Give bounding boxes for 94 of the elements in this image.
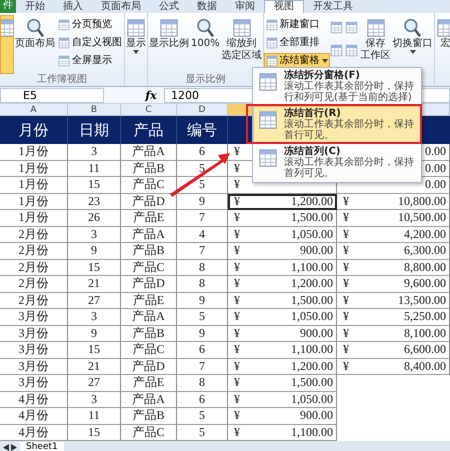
table-cell: 产品A: [121, 226, 177, 243]
table-cell: 产品A: [121, 144, 177, 160]
table-cell: ¥ 1,500.00: [228, 292, 337, 309]
table-cell: 6: [177, 342, 228, 358]
table-cell: 11: [68, 160, 121, 177]
table-cell: 产品B: [121, 243, 177, 260]
table-cell: ¥ 9,600.00: [337, 276, 450, 292]
table-cell: 7: [177, 358, 228, 375]
table-cell: ¥ 1,200.00: [228, 276, 337, 292]
header-cell: 编号: [177, 116, 228, 144]
table-cell: ¥ 5,250.00: [337, 309, 450, 326]
header-cell: 产品: [121, 116, 177, 144]
table-cell: 2月份: [0, 276, 68, 292]
table-cell: 4: [177, 226, 228, 243]
table-cell: 产品E: [121, 210, 177, 226]
table-cell: 8: [177, 276, 228, 292]
table-cell: 9: [177, 326, 228, 342]
table-cell: 产品B: [121, 326, 177, 342]
table-cell: 8: [177, 375, 228, 392]
table-cell: ¥ 1,050.00: [228, 226, 337, 243]
table-cell: 产品E: [121, 292, 177, 309]
table-cell: 1月份: [0, 144, 68, 160]
table-cell: ¥ 1,050.00: [228, 392, 337, 408]
table-cell: 11: [68, 408, 121, 424]
table-cell: 产品B: [121, 160, 177, 177]
table-cell: 9: [177, 194, 228, 210]
table-cell: ¥ 900.00: [228, 326, 337, 342]
table-cell: ¥ 1,100.00: [228, 342, 337, 358]
table-cell: 23: [68, 194, 121, 210]
table-cell: ¥ 6,300.00: [337, 243, 450, 260]
table-cell: 4月份: [0, 408, 68, 424]
table-cell: 3月份: [0, 326, 68, 342]
table-cell: ¥ 8,800.00: [337, 260, 450, 276]
table-cell: ¥ 1,200.00: [228, 358, 337, 375]
table-cell: 9: [68, 326, 121, 342]
table-cell: 3: [68, 226, 121, 243]
table-cell: 5: [177, 408, 228, 424]
table-cell: 2月份: [0, 243, 68, 260]
table-cell: ¥ 1,500.00: [228, 375, 337, 392]
table-cell: 15: [68, 342, 121, 358]
header-cell: 月份: [0, 116, 68, 144]
table-cell: 产品D: [121, 276, 177, 292]
table-cell: ¥ 900.00: [228, 243, 337, 260]
table-cell: 21: [68, 276, 121, 292]
table-cell: 产品C: [121, 260, 177, 276]
table-cell: 产品C: [121, 342, 177, 358]
table-cell: 5: [177, 309, 228, 326]
table-cell: 4月份: [0, 392, 68, 408]
table-cell: 1月份: [0, 210, 68, 226]
table-cell: ¥ 13,500.00: [337, 292, 450, 309]
table-cell: 1月份: [0, 194, 68, 210]
table-cell: 6: [177, 392, 228, 408]
table-cell: ¥ 10,800.00: [337, 194, 450, 210]
table-cell: 7: [177, 243, 228, 260]
table-cell: 产品D: [121, 358, 177, 375]
table-cell: ¥ 10,500.00: [337, 210, 450, 226]
table-cell: 15: [68, 260, 121, 276]
table-cell: 27: [68, 292, 121, 309]
table-cell: ¥ 1,500.00: [228, 210, 337, 226]
table-cell: ¥ 1,050.00: [228, 309, 337, 326]
table-cell: 3月份: [0, 309, 68, 326]
table-cell: ¥ 8,400.00: [337, 358, 450, 375]
table-cell: 3: [68, 144, 121, 160]
table-cell: 3: [68, 309, 121, 326]
table-cell: 产品A: [121, 392, 177, 408]
table-cell: 2月份: [0, 226, 68, 243]
table-cell: 3月份: [0, 358, 68, 375]
table-cell: 7: [177, 210, 228, 226]
table-cell: ¥ 6,600.00: [337, 342, 450, 358]
group-label: 工作簿视图: [36, 74, 88, 86]
table-cell: 1月份: [0, 177, 68, 194]
table-cell: 8: [177, 260, 228, 276]
table-cell: 27: [68, 375, 121, 392]
table-cell: 2月份: [0, 292, 68, 309]
table-cell: 2月份: [0, 260, 68, 276]
table-cell: ¥ 900.00: [228, 408, 337, 424]
table-cell: 3: [68, 392, 121, 408]
table-cell: 产品E: [121, 375, 177, 392]
header-cell: 日期: [68, 116, 121, 144]
table-cell: 21: [68, 358, 121, 375]
table-cell: 1月份: [0, 160, 68, 177]
table-cell: 产品B: [121, 408, 177, 424]
group-label: 显示比例: [184, 74, 226, 86]
table-cell: 26: [68, 210, 121, 226]
table-cell: ¥ 4,200.00: [337, 226, 450, 243]
table-cell: ¥ 1,200.00: [228, 194, 337, 210]
table-cell: 产品A: [121, 309, 177, 326]
table-cell: 3月份: [0, 375, 68, 392]
table-cell: 3月份: [0, 342, 68, 358]
table-cell: 15: [68, 177, 121, 194]
table-cell: ¥ 8,100.00: [337, 326, 450, 342]
table-cell: ¥ 1,100.00: [228, 260, 337, 276]
table-cell: 9: [68, 243, 121, 260]
table-cell: 9: [177, 292, 228, 309]
